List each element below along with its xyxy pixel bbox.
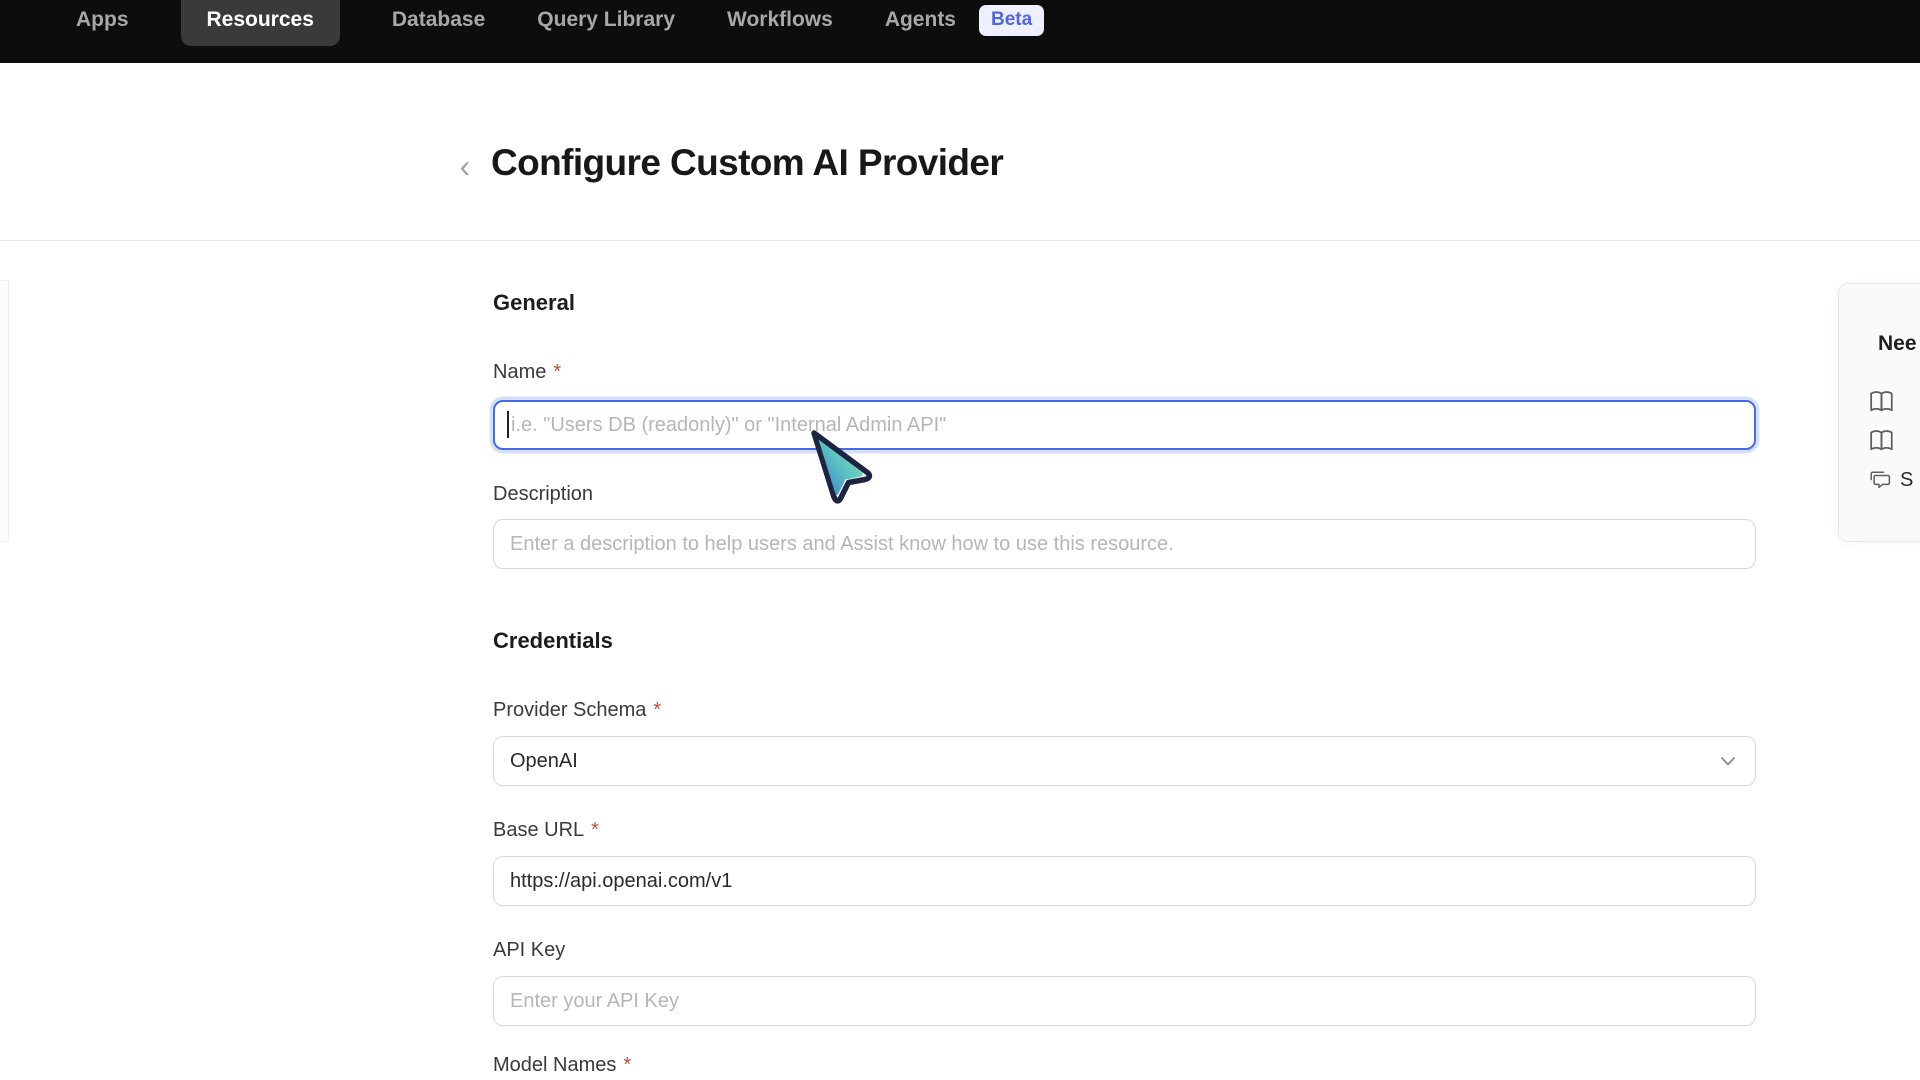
required-asterisk: * xyxy=(591,819,599,841)
help-link-docs-2[interactable] xyxy=(1869,429,1895,453)
description-field-label: Description xyxy=(493,483,593,506)
provider-schema-label-text: Provider Schema xyxy=(493,699,646,721)
beta-badge: Beta xyxy=(979,5,1044,36)
name-field-label: Name * xyxy=(493,361,561,384)
required-asterisk: * xyxy=(553,361,561,383)
help-link-label: S xyxy=(1900,469,1913,492)
api-key-input[interactable] xyxy=(493,976,1756,1026)
left-panel-edge xyxy=(0,280,9,542)
chevron-left-icon: ‹ xyxy=(460,148,471,185)
text-caret xyxy=(507,411,509,438)
description-input[interactable] xyxy=(493,519,1756,569)
section-heading-general: General xyxy=(493,290,575,316)
header-divider xyxy=(0,240,1920,241)
nav-tab-apps[interactable]: Apps xyxy=(76,8,129,32)
top-navigation-bar: Apps Resources Database Query Library Wo… xyxy=(0,0,1920,63)
book-icon xyxy=(1869,429,1895,453)
model-names-field-label: Model Names * xyxy=(493,1054,631,1077)
back-button[interactable]: ‹ xyxy=(448,146,482,186)
chevron-down-icon xyxy=(1717,750,1739,772)
help-panel: Nee S xyxy=(1838,283,1920,542)
provider-schema-select[interactable]: OpenAI xyxy=(493,736,1756,786)
chat-icon xyxy=(1869,470,1891,491)
base-url-input[interactable] xyxy=(493,856,1756,906)
required-asterisk: * xyxy=(623,1054,631,1076)
section-heading-credentials: Credentials xyxy=(493,628,613,654)
nav-tab-workflows[interactable]: Workflows xyxy=(727,8,833,32)
help-link-docs-1[interactable] xyxy=(1869,390,1895,414)
nav-tab-resources[interactable]: Resources xyxy=(181,0,340,46)
name-label-text: Name xyxy=(493,361,546,383)
nav-tab-database[interactable]: Database xyxy=(392,8,485,32)
api-key-field-label: API Key xyxy=(493,939,565,962)
base-url-field-label: Base URL * xyxy=(493,819,599,842)
nav-tab-query-library[interactable]: Query Library xyxy=(537,8,675,32)
model-names-label-text: Model Names xyxy=(493,1054,616,1076)
required-asterisk: * xyxy=(653,699,661,721)
name-input[interactable] xyxy=(493,400,1756,450)
app-window: Apps Resources Database Query Library Wo… xyxy=(0,0,1920,1080)
book-icon xyxy=(1869,390,1895,414)
page-title: Configure Custom AI Provider xyxy=(491,142,1003,184)
name-input-wrap xyxy=(493,400,1756,450)
help-panel-heading: Nee xyxy=(1878,332,1917,356)
provider-schema-field-label: Provider Schema * xyxy=(493,699,661,722)
help-link-support[interactable]: S xyxy=(1869,469,1913,492)
provider-schema-value: OpenAI xyxy=(510,750,578,773)
base-url-label-text: Base URL xyxy=(493,819,584,841)
nav-tab-agents[interactable]: Agents xyxy=(885,8,956,32)
